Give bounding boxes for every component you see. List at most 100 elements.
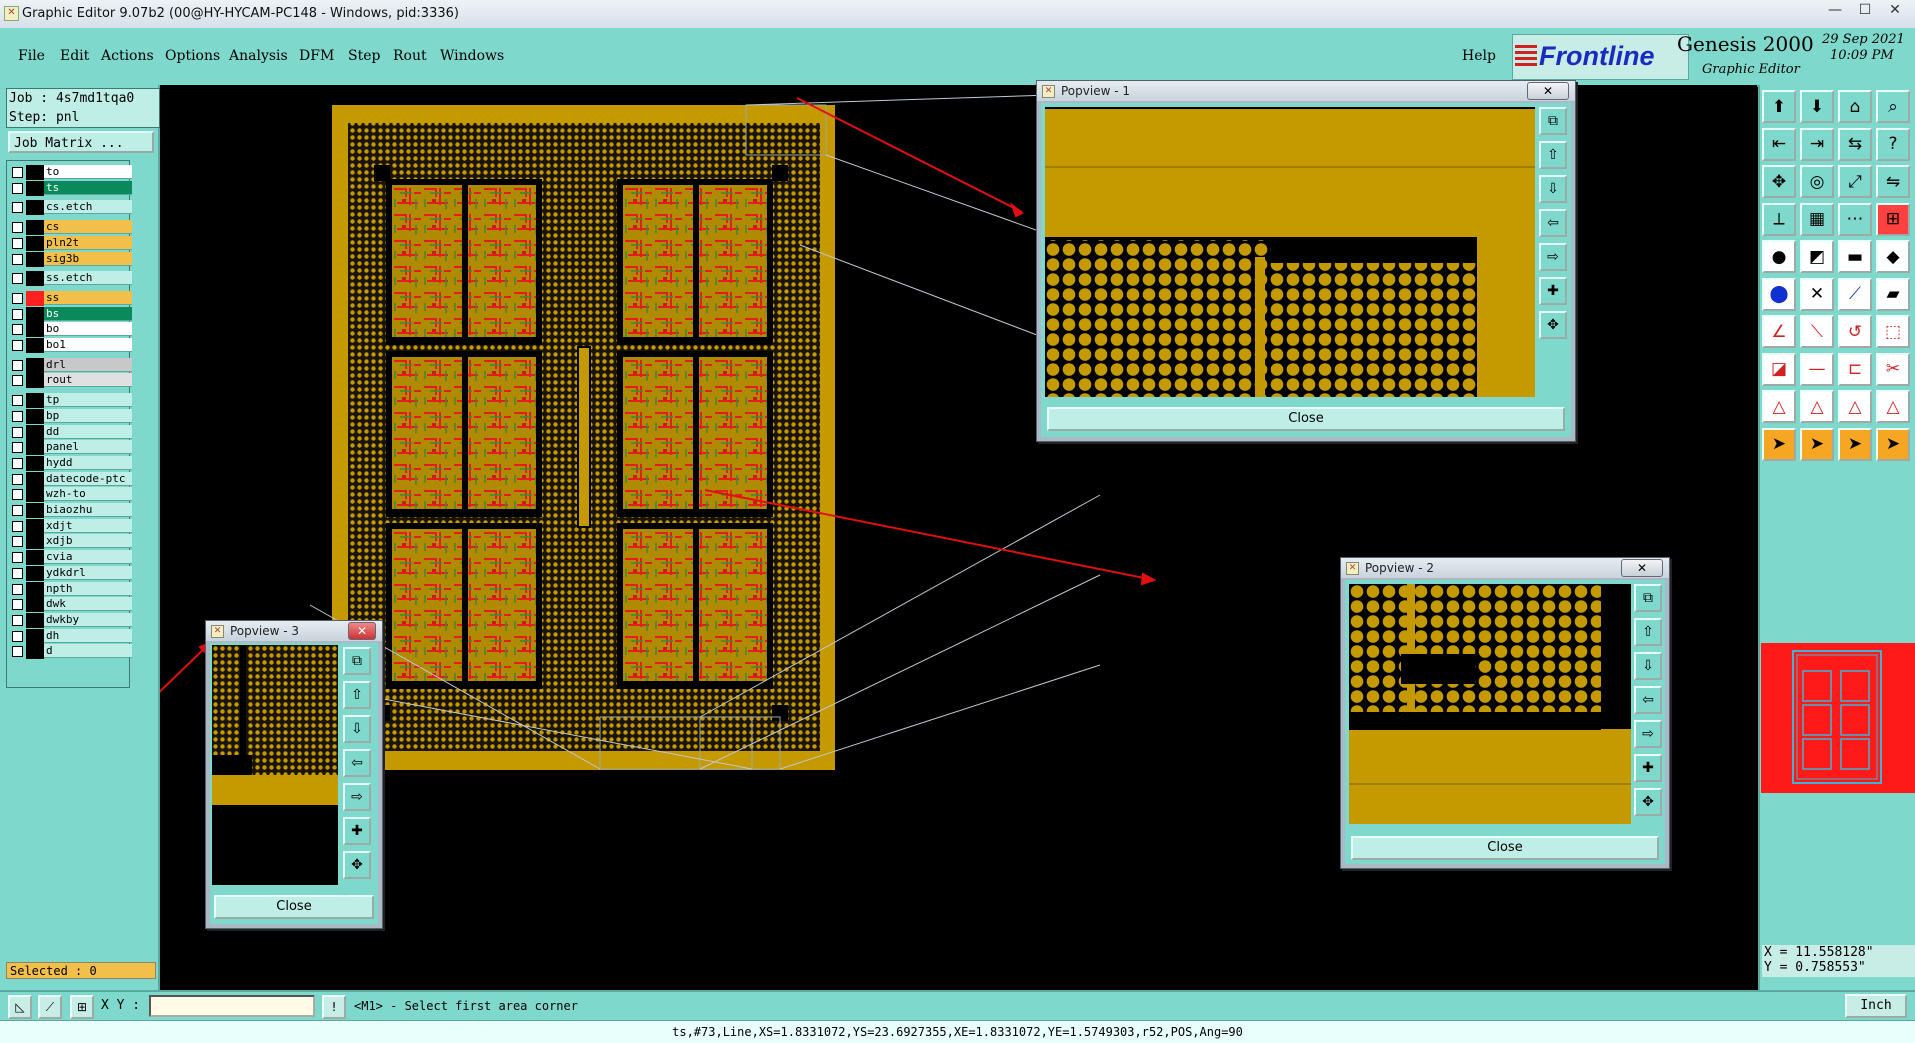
help-icon[interactable]: ? — [1876, 127, 1910, 161]
popview-1-close-button[interactable]: Close — [1047, 407, 1565, 431]
layer-checkbox[interactable] — [12, 273, 23, 285]
triangle-2-icon[interactable]: △ — [1800, 390, 1834, 423]
pop-zoom-in-icon[interactable]: ✚ — [1539, 277, 1567, 305]
pad-icon[interactable]: ● — [1762, 240, 1796, 273]
layer-name[interactable]: cs.etch — [44, 200, 132, 215]
layer-name[interactable]: cs — [44, 220, 132, 235]
layer-checkbox[interactable] — [12, 308, 23, 320]
mirror-icon[interactable]: ⇋ — [1876, 165, 1910, 198]
layer-checkbox[interactable] — [12, 253, 23, 265]
layer-name[interactable]: ss — [44, 290, 132, 305]
layer-row-bo[interactable]: bo — [7, 322, 132, 338]
layer-checkbox[interactable] — [12, 473, 23, 485]
angle-icon[interactable]: ∠ — [1762, 315, 1796, 348]
layer-row-cvia[interactable]: cvia — [7, 550, 132, 566]
layer-row-ydkdrl[interactable]: ydkdrl — [7, 565, 132, 581]
zoom-home-icon[interactable]: ⬆ — [1762, 90, 1796, 123]
layer-checkbox[interactable] — [12, 505, 23, 516]
layer-name[interactable]: xdjt — [44, 518, 132, 533]
home-icon[interactable]: ⌂ — [1838, 90, 1872, 123]
layer-row-bo1[interactable]: bo1 — [7, 338, 132, 353]
layer-name[interactable]: d — [44, 644, 132, 659]
pop-zoom-out-icon[interactable]: ✥ — [343, 851, 371, 879]
menu-analysis[interactable]: Analysis — [229, 48, 288, 64]
select-net-icon[interactable]: ⊞ — [1876, 202, 1910, 236]
layer-name[interactable]: dh — [44, 628, 132, 643]
pop-fit-icon[interactable]: ⧉ — [1539, 107, 1567, 135]
node-icon[interactable]: ⬤ — [1762, 277, 1796, 311]
snap-icon[interactable]: ⟋ — [38, 995, 62, 1019]
layer-row-dh[interactable]: dh — [7, 628, 132, 644]
triangle-4-icon[interactable]: △ — [1876, 390, 1910, 423]
surface-icon[interactable]: ▰ — [1876, 277, 1910, 311]
layer-row-datecode-ptc[interactable]: datecode-ptc — [7, 471, 132, 487]
layer-name[interactable]: tp — [44, 393, 132, 408]
pop-zoom-in-icon[interactable]: ✚ — [1634, 754, 1662, 782]
layer-checkbox[interactable] — [12, 614, 23, 626]
layer-row-cs[interactable]: cs — [7, 220, 132, 236]
layer-checkbox[interactable] — [12, 630, 23, 642]
layer-row-to[interactable]: to — [7, 165, 132, 180]
units-button[interactable]: Inch — [1845, 994, 1907, 1018]
grid-icon[interactable]: ▦ — [1800, 202, 1834, 236]
layer-name[interactable]: xdjb — [44, 534, 132, 549]
layer-row-rout[interactable]: rout — [7, 373, 132, 389]
cut-icon[interactable]: ✂ — [1876, 352, 1910, 386]
layer-name[interactable]: ts — [44, 180, 132, 195]
layer-checkbox[interactable] — [12, 457, 23, 469]
measure-icon[interactable]: ⟂ — [1762, 202, 1796, 236]
layer-row-xdjt[interactable]: xdjt — [7, 518, 132, 534]
triangle-icon[interactable]: △ — [1762, 390, 1796, 423]
menu-help[interactable]: Help — [1462, 48, 1496, 64]
grid-icon[interactable]: ⊞ — [70, 995, 94, 1019]
popview-3-close-button[interactable]: Close — [214, 895, 374, 919]
pop-left-icon[interactable]: ⇦ — [1634, 686, 1662, 714]
swap-icon[interactable]: ⇆ — [1838, 127, 1872, 161]
pop-up-icon[interactable]: ⇧ — [343, 681, 371, 709]
diagonal-icon[interactable]: ⟍ — [1800, 315, 1834, 348]
shapes-icon[interactable]: ◪ — [1762, 352, 1796, 386]
layer-checkbox[interactable] — [12, 442, 23, 454]
layer-row-hydd[interactable]: hydd — [7, 455, 132, 471]
menu-actions[interactable]: Actions — [101, 48, 154, 64]
measure-icon[interactable]: ◺ — [8, 995, 32, 1019]
feature-icon[interactable]: ⬚ — [1876, 315, 1910, 348]
layer-row-wzh-to[interactable]: wzh-to — [7, 487, 132, 503]
close-window-button[interactable]: ✕ — [1880, 0, 1910, 20]
panel-minimap[interactable] — [1761, 643, 1915, 793]
pointer-4-icon[interactable]: ➤ — [1876, 427, 1910, 461]
layer-row-cs.etch[interactable]: cs.etch — [7, 200, 132, 216]
pointer-icon[interactable]: ➤ — [1762, 427, 1796, 461]
layer-checkbox[interactable] — [12, 520, 23, 532]
layer-checkbox[interactable] — [12, 324, 23, 336]
popview-3-zoom[interactable] — [212, 645, 338, 885]
pop-up-icon[interactable]: ⇧ — [1634, 618, 1662, 646]
menu-step[interactable]: Step — [348, 48, 380, 64]
layer-row-ts[interactable]: ts — [7, 180, 132, 196]
layer-name[interactable]: npth — [44, 581, 132, 596]
layer-row-bp[interactable]: bp — [7, 408, 132, 424]
menu-edit[interactable]: Edit — [60, 48, 89, 64]
pop-down-icon[interactable]: ⇩ — [1634, 652, 1662, 680]
layer-row-tp[interactable]: tp — [7, 393, 132, 409]
pop-down-icon[interactable]: ⇩ — [1539, 175, 1567, 203]
zoom-fit-icon[interactable]: ⬇ — [1800, 90, 1834, 123]
layer-name[interactable]: drl — [44, 357, 132, 372]
layer-name[interactable]: to — [44, 165, 132, 179]
menu-windows[interactable]: Windows — [440, 48, 504, 64]
curve-icon[interactable]: ↺ — [1838, 315, 1872, 348]
pop-right-icon[interactable]: ⇨ — [1634, 720, 1662, 748]
layer-checkbox[interactable] — [12, 237, 23, 249]
layer-checkbox[interactable] — [12, 567, 23, 579]
layer-name[interactable]: bo — [44, 322, 132, 337]
layer-checkbox[interactable] — [12, 489, 23, 501]
layer-name[interactable]: bp — [44, 408, 132, 423]
layer-name[interactable]: hydd — [44, 455, 132, 470]
layer-name[interactable]: dwk — [44, 597, 132, 612]
triangle-3-icon[interactable]: △ — [1838, 390, 1872, 423]
redraw-icon[interactable]: ⌕ — [1876, 90, 1910, 123]
layer-checkbox[interactable] — [12, 395, 23, 407]
alert-button[interactable]: ! — [322, 995, 346, 1019]
layer-checkbox[interactable] — [12, 583, 23, 595]
layer-row-dwk[interactable]: dwk — [7, 597, 132, 613]
